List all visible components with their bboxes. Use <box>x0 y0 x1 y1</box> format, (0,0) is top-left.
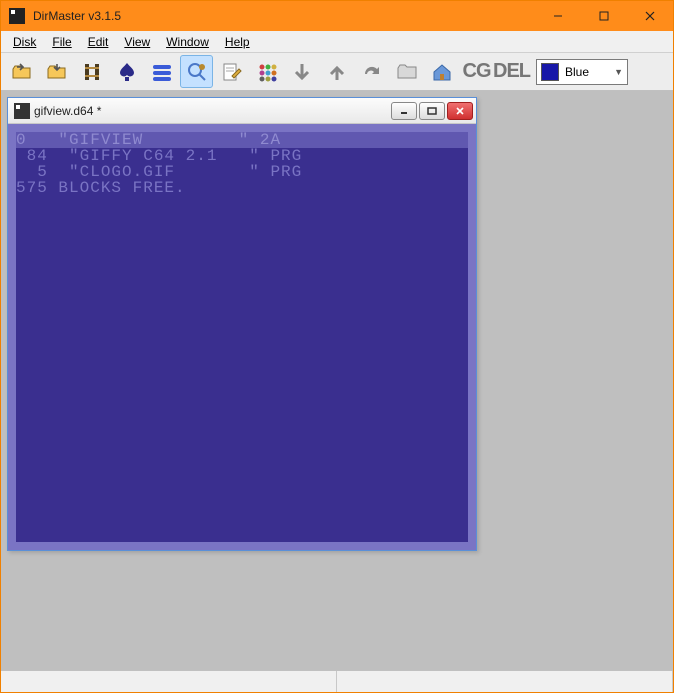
maximize-icon <box>599 11 609 21</box>
menu-edit[interactable]: Edit <box>80 33 117 51</box>
minimize-button[interactable] <box>535 1 581 31</box>
child-titlebar[interactable]: gifview.d64 * <box>8 98 476 124</box>
menubar: Disk File Edit View Window Help <box>1 31 673 53</box>
folder-open-icon <box>10 60 34 84</box>
app-window: DirMaster v3.1.5 Disk File Edit View Win… <box>0 0 674 693</box>
cg-icon: CG <box>463 60 491 83</box>
app-icon <box>9 8 25 24</box>
menu-view[interactable]: View <box>116 33 158 51</box>
inspect-button[interactable] <box>180 55 213 88</box>
child-title: gifview.d64 * <box>34 104 101 118</box>
menu-window[interactable]: Window <box>158 33 217 51</box>
directory-button[interactable] <box>110 55 143 88</box>
minimize-icon <box>553 11 563 21</box>
close-icon <box>455 107 465 115</box>
toolbar: CG DEL Blue ▼ <box>1 53 673 91</box>
child-window: gifview.d64 * 0 "GIFVIEW " 2A 84 "GIFFY … <box>7 97 477 551</box>
workspace[interactable]: gifview.d64 * 0 "GIFVIEW " 2A 84 "GIFFY … <box>1 91 673 670</box>
rows-icon <box>150 60 174 84</box>
color-swatch <box>541 63 559 81</box>
folder-icon <box>395 60 419 84</box>
new-folder-button[interactable] <box>390 55 423 88</box>
del-icon: DEL <box>493 60 530 83</box>
bam-button[interactable] <box>75 55 108 88</box>
charset-button[interactable]: CG <box>460 55 493 88</box>
color-dots-icon <box>255 60 279 84</box>
app-title: DirMaster v3.1.5 <box>33 9 121 23</box>
redo-button[interactable] <box>355 55 388 88</box>
child-close-button[interactable] <box>447 102 473 120</box>
status-cell-2 <box>337 671 673 692</box>
notepad-pencil-icon <box>220 60 244 84</box>
folder-save-icon <box>45 60 69 84</box>
status-cell-1 <box>1 671 337 692</box>
arrow-redo-icon <box>360 60 384 84</box>
move-down-button[interactable] <box>285 55 318 88</box>
file-row[interactable]: 84 "GIFFY C64 2.1 " PRG <box>16 148 468 164</box>
arrow-down-icon <box>290 60 314 84</box>
open-button[interactable] <box>5 55 38 88</box>
delete-button[interactable]: DEL <box>495 55 528 88</box>
edit-info-button[interactable] <box>215 55 248 88</box>
tracks-icon <box>80 60 104 84</box>
house-tools-icon <box>430 60 454 84</box>
maximize-button[interactable] <box>581 1 627 31</box>
file-row[interactable]: 5 "CLOGO.GIF " PRG <box>16 164 468 180</box>
magnifier-gear-icon <box>185 60 209 84</box>
minimize-icon <box>399 107 409 115</box>
child-maximize-button[interactable] <box>419 102 445 120</box>
menu-help[interactable]: Help <box>217 33 258 51</box>
move-up-button[interactable] <box>320 55 353 88</box>
child-minimize-button[interactable] <box>391 102 417 120</box>
spade-icon <box>115 60 139 84</box>
tools-button[interactable] <box>425 55 458 88</box>
color-label: Blue <box>565 65 589 79</box>
statusbar <box>1 670 673 692</box>
sector-button[interactable] <box>145 55 178 88</box>
color-select[interactable]: Blue ▼ <box>536 59 628 85</box>
close-icon <box>645 11 655 21</box>
disk-header-row[interactable]: 0 "GIFVIEW " 2A <box>16 132 468 148</box>
titlebar[interactable]: DirMaster v3.1.5 <box>1 1 673 31</box>
chevron-down-icon: ▼ <box>614 67 623 77</box>
menu-disk[interactable]: Disk <box>5 33 44 51</box>
arrow-up-icon <box>325 60 349 84</box>
menu-file[interactable]: File <box>44 33 79 51</box>
save-button[interactable] <box>40 55 73 88</box>
document-icon <box>14 103 30 119</box>
maximize-icon <box>427 107 437 115</box>
blocks-free-row: 575 BLOCKS FREE. <box>16 180 468 196</box>
close-button[interactable] <box>627 1 673 31</box>
palette-button[interactable] <box>250 55 283 88</box>
directory-listing[interactable]: 0 "GIFVIEW " 2A 84 "GIFFY C64 2.1 " PRG … <box>8 124 476 550</box>
